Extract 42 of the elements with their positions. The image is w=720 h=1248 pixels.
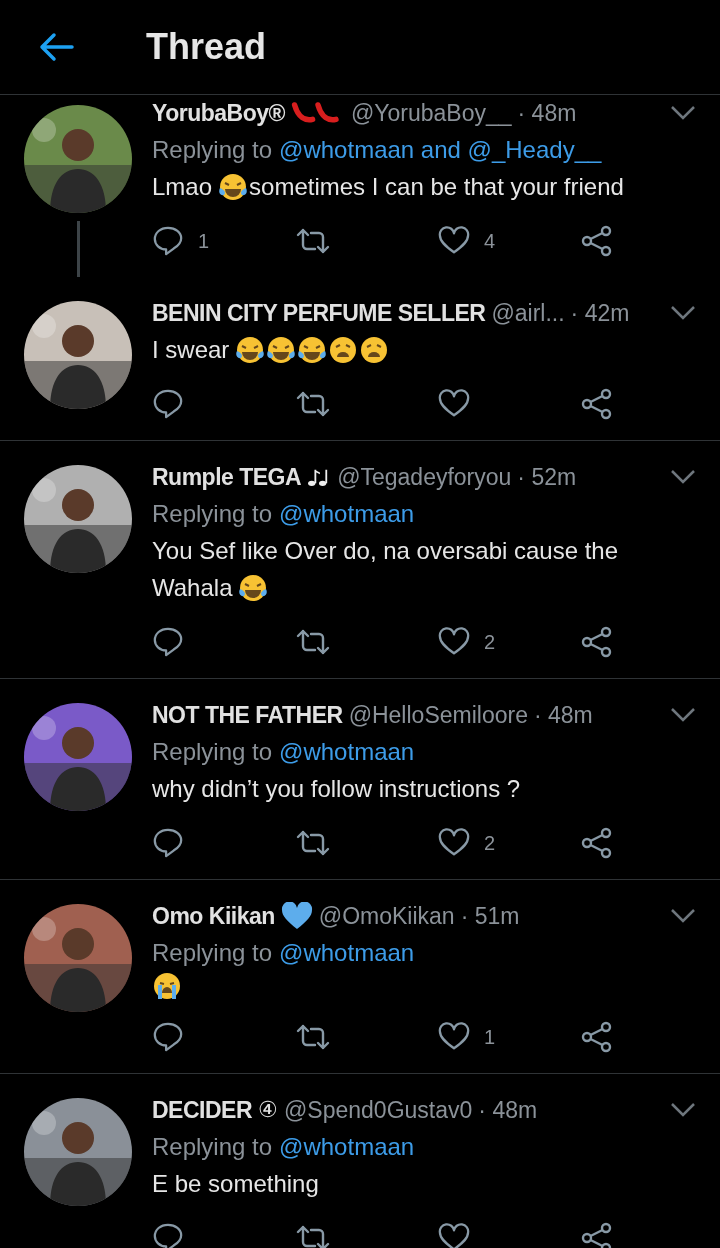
header-title: Thread xyxy=(146,26,267,68)
mention-link[interactable]: @whotmaan xyxy=(279,934,415,971)
reply-count: 1 xyxy=(198,229,210,253)
user-handle: @HelloSemiloore xyxy=(348,701,528,729)
user-name: Omo Kiikan xyxy=(152,902,275,930)
user-name: BENIN CITY PERFUME SELLER xyxy=(152,299,486,327)
timestamp: · 48m xyxy=(517,99,577,127)
replying-label: Replying to xyxy=(152,938,273,968)
mention-link[interactable]: @whotmaan xyxy=(279,733,415,770)
tweet-text: I swear xyxy=(152,335,230,365)
user-name: Rumple TEGA xyxy=(152,463,302,491)
tweet-text: E be something xyxy=(152,1169,319,1199)
timestamp: · 48m xyxy=(478,1096,538,1124)
replying-label: Replying to xyxy=(152,499,273,529)
user-handle: @OmoKiikan xyxy=(318,902,455,930)
user-handle: @YorubaBoy__ xyxy=(350,99,512,127)
tweet-text: why didn’t you follow instructions ? xyxy=(152,774,521,804)
user-name: YorubaBoy® xyxy=(152,99,285,127)
tweet-text: sometimes I can be that your friend xyxy=(249,172,624,202)
user-handle: @Spend0Gustav0 xyxy=(284,1096,473,1124)
like-count: 2 xyxy=(484,630,496,654)
timestamp: · 42m xyxy=(570,299,630,327)
user-handle: @Tegadeyforyou xyxy=(337,463,512,491)
mention-link[interactable]: @whotmaan and @_Heady__ xyxy=(279,131,602,168)
replying-label: Replying to xyxy=(152,737,273,767)
timestamp: · 48m xyxy=(533,701,593,729)
tweet-text: You Sef like Over do, na oversabi cause the xyxy=(152,536,619,566)
mention-link[interactable]: @whotmaan xyxy=(279,1128,415,1165)
badge-number: ④ xyxy=(258,1097,278,1123)
user-handle: @airl... xyxy=(491,299,565,327)
like-count: 2 xyxy=(484,831,496,855)
user-name: DECIDER xyxy=(152,1096,252,1124)
replying-label: Replying to xyxy=(152,1132,273,1162)
timestamp: · 52m xyxy=(517,463,577,491)
timestamp: · 51m xyxy=(460,902,520,930)
tweet-text: Lmao xyxy=(152,172,213,202)
replying-label: Replying to xyxy=(152,135,273,165)
like-count: 4 xyxy=(484,229,496,253)
user-name: NOT THE FATHER xyxy=(152,701,343,729)
like-count: 1 xyxy=(484,1025,496,1049)
mention-link[interactable]: @whotmaan xyxy=(279,495,415,532)
tweet-text: Wahala xyxy=(152,573,233,603)
